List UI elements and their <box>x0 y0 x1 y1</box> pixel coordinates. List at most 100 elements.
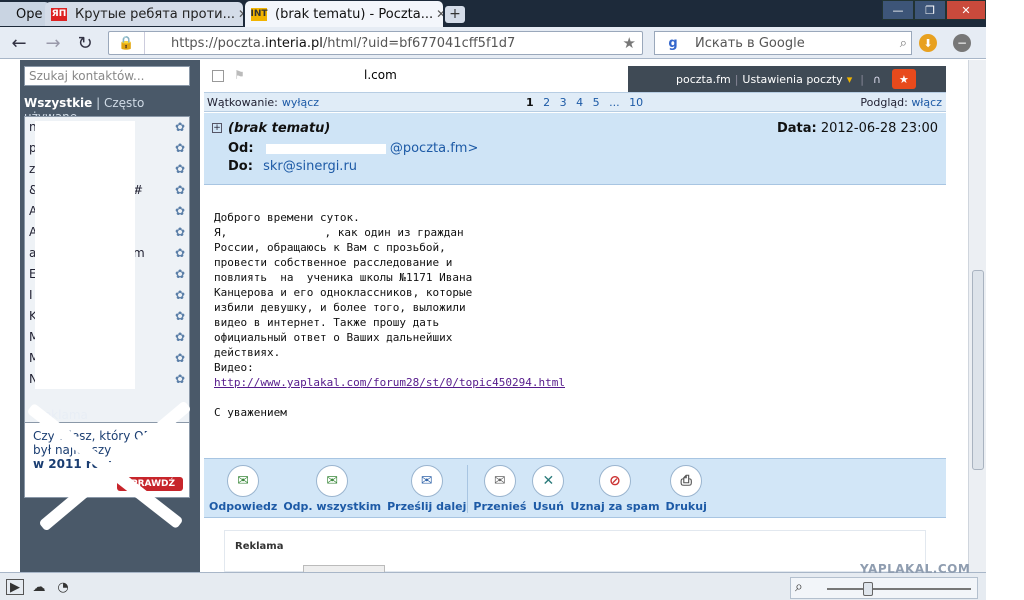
contact-list: n✿ p✿ z✿ &#✿ A✿ A✿ am✿ E✿ I✿ K✿ M✿ M✿ N✿ <box>24 116 190 450</box>
gear-icon[interactable]: ✿ <box>175 117 185 137</box>
scrollbar-thumb[interactable] <box>972 270 984 470</box>
select-checkbox[interactable] <box>212 70 224 82</box>
delete-button[interactable]: ✕ Usuń <box>531 465 565 513</box>
close-tab-icon[interactable]: ✕ <box>433 6 443 22</box>
threading-toggle[interactable]: wyłącz <box>282 96 319 109</box>
page-link[interactable]: 2 <box>543 96 550 109</box>
reload-button[interactable]: ↻ <box>72 31 98 55</box>
ad-text: był najlepszy <box>33 443 112 457</box>
settings-link[interactable]: Ustawienia poczty <box>742 73 842 86</box>
speed-dial-icon[interactable]: ◔ <box>54 579 72 595</box>
body-line: Видео: <box>214 361 254 374</box>
poczta-fm-link[interactable]: poczta.fm <box>676 73 731 86</box>
forward-icon: ✉ <box>410 465 443 497</box>
gear-icon[interactable]: ✿ <box>175 138 185 158</box>
tab-label: Ope <box>16 6 43 22</box>
print-button[interactable]: ⎙ Drukuj <box>665 465 708 513</box>
threading-label: Wątkowanie: <box>207 95 278 109</box>
search-input[interactable]: g Искать в Google ⌕ <box>654 31 912 55</box>
chevron-down-icon[interactable]: ▾ <box>847 73 853 86</box>
search-icon[interactable]: ⌕ <box>900 36 911 51</box>
gear-icon[interactable]: ✿ <box>175 327 185 347</box>
forward-button[interactable]: ✉ Prześlij dalej <box>386 465 469 513</box>
from-fragment: l.com <box>364 68 397 82</box>
contacts-sidebar: Szukaj kontaktów... Wszystkie | Często u… <box>0 60 200 572</box>
filter-all[interactable]: Wszystkie <box>24 96 92 110</box>
maximize-button[interactable]: ❐ <box>914 0 946 20</box>
action-label: Uznaj za spam <box>570 500 660 513</box>
cloud-icon[interactable]: ☁ <box>30 579 48 595</box>
message-list-row[interactable]: ⚑ l.com poczta.fm | Ustawienia poczty ▾ … <box>204 66 946 92</box>
tab-poczta[interactable]: INT (brak tematu) - Poczta... ✕ <box>245 1 443 27</box>
from-address[interactable]: @poczta.fm> <box>390 141 479 156</box>
favorite-star-icon[interactable]: ★ <box>891 69 916 89</box>
filter-separator: | <box>96 96 104 110</box>
reply-all-button[interactable]: ✉ Odp. wszystkim <box>282 465 382 513</box>
body-line: Канцерова и его одноклассников, которые <box>214 286 473 299</box>
spam-button[interactable]: ⊘ Uznaj za spam <box>569 465 660 513</box>
redaction-mask <box>35 121 135 389</box>
zoom-slider-handle[interactable] <box>863 582 873 596</box>
window-controls: — ❐ ✕ <box>882 0 986 20</box>
redaction-mask: l.com <box>244 66 634 88</box>
preview-toggle[interactable]: włącz <box>911 96 942 109</box>
download-icon[interactable]: ⬇ <box>919 34 937 52</box>
gear-icon[interactable]: ✿ <box>175 243 185 263</box>
address-bar: ← → ↻ 🔒 https://poczta.interia.pl/html/?… <box>0 27 986 59</box>
lock-icon[interactable]: 🔒 <box>109 32 145 54</box>
to-label: Do: <box>228 159 253 174</box>
zoom-icon[interactable]: ⌕ <box>795 579 803 595</box>
page-link[interactable]: 10 <box>629 96 643 109</box>
action-label: Przenieś <box>473 500 527 513</box>
page-scrollbar[interactable] <box>968 60 986 572</box>
body-line: Я, , как один из граждан <box>214 226 464 239</box>
body-line: повлиять на ученика школы №1171 Ивана <box>214 271 473 284</box>
help-icon[interactable]: ∩ <box>868 73 886 86</box>
action-label: Odp. wszystkim <box>283 500 382 513</box>
page-link[interactable]: 1 <box>526 96 534 109</box>
separator: | <box>860 72 864 86</box>
gear-icon[interactable]: ✿ <box>175 348 185 368</box>
page-link[interactable]: 3 <box>560 96 567 109</box>
url-field[interactable]: 🔒 https://poczta.interia.pl/html/?uid=bf… <box>108 31 643 55</box>
gear-icon[interactable]: ✿ <box>175 201 185 221</box>
page-link[interactable]: 4 <box>576 96 583 109</box>
expand-icon[interactable]: + <box>212 123 222 133</box>
contact-search-input[interactable]: Szukaj kontaktów... <box>24 66 190 86</box>
move-button[interactable]: ✉ Przenieś <box>472 465 527 513</box>
minimize-button[interactable]: — <box>882 0 914 20</box>
forward-button[interactable]: → <box>40 31 66 55</box>
back-button[interactable]: ← <box>6 31 32 55</box>
close-tab-icon[interactable]: ✕ <box>235 6 243 22</box>
stop-icon[interactable]: − <box>953 34 971 52</box>
gear-icon[interactable]: ✿ <box>175 222 185 242</box>
bookmark-star-icon[interactable]: ★ <box>623 34 642 52</box>
reply-all-icon: ✉ <box>316 465 349 497</box>
close-window-button[interactable]: ✕ <box>946 0 986 20</box>
gear-icon[interactable]: ✿ <box>175 369 185 389</box>
bottom-ad: Reklama <box>224 530 926 572</box>
google-icon[interactable]: g <box>655 36 691 51</box>
tab-yaplakal[interactable]: ЯП Крутые ребята проти... ✕ <box>45 2 243 26</box>
gear-icon[interactable]: ✿ <box>175 285 185 305</box>
redaction-mask <box>265 143 386 154</box>
new-tab-button[interactable]: + <box>445 6 465 23</box>
video-link[interactable]: http://www.yaplakal.com/forum28/st/0/top… <box>214 376 565 389</box>
print-icon: ⎙ <box>670 465 703 497</box>
page-link[interactable]: 5 <box>593 96 600 109</box>
search-placeholder: Искать в Google <box>695 35 805 51</box>
spam-icon: ⊘ <box>598 465 631 497</box>
gear-icon[interactable]: ✿ <box>175 159 185 179</box>
zoom-slider[interactable] <box>827 588 971 590</box>
to-address[interactable]: skr@sinergi.ru <box>263 159 357 174</box>
reply-button[interactable]: ✉ Odpowiedz <box>208 465 278 513</box>
status-bar: ▶ ☁ ◔ ⌕ <box>0 572 986 600</box>
gear-icon[interactable]: ✿ <box>175 180 185 200</box>
panel-toggle-icon[interactable]: ▶ <box>6 579 24 595</box>
mail-toolbar: poczta.fm | Ustawienia poczty ▾ | ∩ ★ <box>628 66 946 92</box>
ad-image[interactable] <box>303 565 385 572</box>
message-date: Data: 2012-06-28 23:00 <box>776 121 938 136</box>
tab-opera-menu[interactable]: Ope <box>0 2 50 26</box>
gear-icon[interactable]: ✿ <box>175 264 185 284</box>
gear-icon[interactable]: ✿ <box>175 306 185 326</box>
